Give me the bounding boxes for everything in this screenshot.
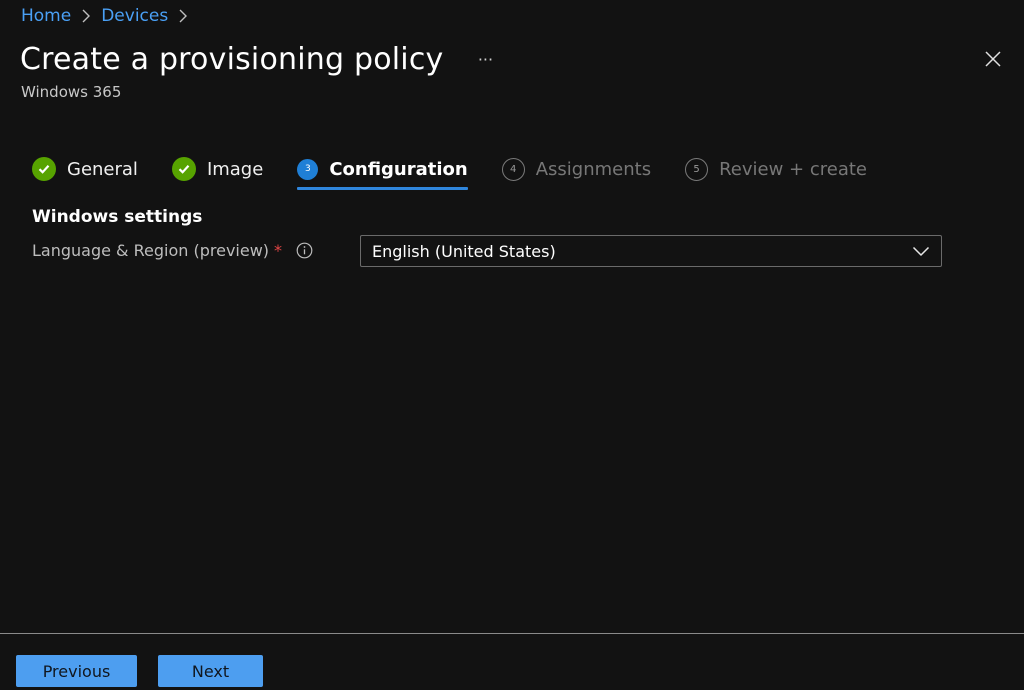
breadcrumb-devices-link[interactable]: Devices: [101, 6, 168, 26]
close-button[interactable]: [984, 50, 1006, 72]
page-subtitle: Windows 365: [21, 83, 122, 101]
dropdown-selected-value: English (United States): [372, 241, 556, 261]
step-number-icon: 4: [501, 157, 525, 181]
language-region-label: Language & Region (preview) *: [32, 241, 313, 260]
step-label: General: [67, 158, 138, 180]
step-number-icon: 3: [297, 158, 319, 180]
step-label: Image: [206, 158, 264, 180]
step-number-icon: 5: [685, 157, 709, 181]
step-label: Configuration: [329, 158, 468, 180]
required-indicator: *: [274, 241, 283, 260]
page-title: Create a provisioning policy: [20, 42, 444, 77]
tab-review-create[interactable]: 5 Review + create: [685, 154, 867, 184]
tab-image[interactable]: Image: [171, 154, 264, 184]
section-title: Windows settings: [32, 207, 203, 227]
provisioning-policy-page: Home Devices Create a provisioning polic…: [0, 0, 1024, 690]
language-region-dropdown[interactable]: English (United States): [360, 235, 942, 267]
step-label: Review + create: [719, 158, 867, 180]
previous-button[interactable]: Previous: [16, 655, 137, 687]
checkmark-icon: [32, 157, 56, 181]
next-button[interactable]: Next: [158, 655, 263, 687]
chevron-right-icon: [178, 9, 188, 23]
tab-configuration[interactable]: 3 Configuration: [297, 154, 469, 190]
tab-general[interactable]: General: [32, 154, 138, 184]
checkmark-icon: [171, 157, 196, 181]
breadcrumb: Home Devices: [21, 6, 198, 26]
chevron-down-icon: [912, 245, 930, 257]
more-options-button[interactable]: ···: [473, 48, 497, 72]
info-icon[interactable]: [296, 242, 313, 259]
footer-divider: [0, 633, 1024, 634]
breadcrumb-home-link[interactable]: Home: [21, 6, 71, 26]
step-label: Assignments: [535, 158, 652, 180]
more-icon: ···: [477, 50, 494, 69]
field-label-text: Language & Region (preview): [32, 241, 270, 260]
wizard-steps: General Image 3 Configuration 4 Assignme…: [32, 150, 867, 190]
tab-assignments[interactable]: 4 Assignments: [501, 154, 652, 184]
chevron-right-icon: [81, 9, 91, 23]
title-row: Create a provisioning policy ···: [20, 42, 497, 77]
close-icon: [985, 51, 1001, 67]
